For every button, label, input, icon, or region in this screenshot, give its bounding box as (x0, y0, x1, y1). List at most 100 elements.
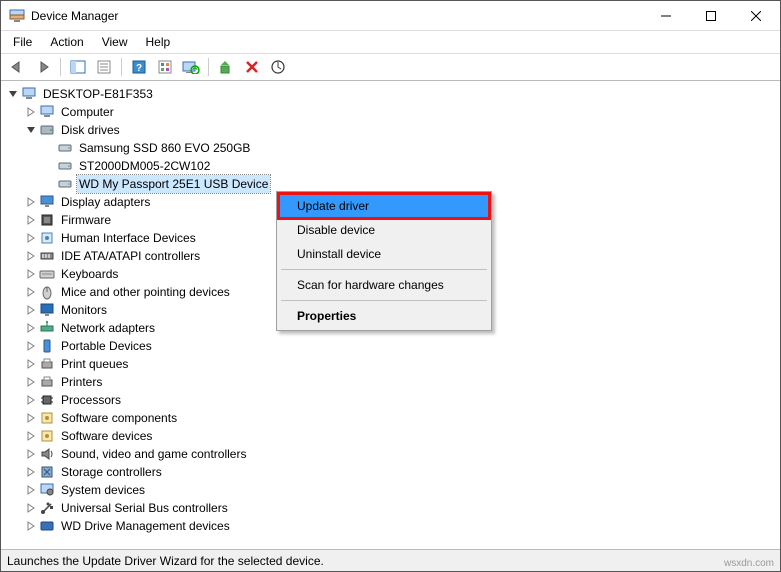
tree-node-label: WD Drive Management devices (59, 517, 232, 535)
expand-icon[interactable] (23, 248, 39, 264)
expand-icon[interactable] (23, 104, 39, 120)
ide-icon (39, 248, 55, 264)
software-icon (39, 410, 55, 426)
expand-icon[interactable] (23, 338, 39, 354)
context-menu-item[interactable]: Scan for hardware changes (279, 273, 489, 297)
scan-button[interactable] (179, 56, 203, 78)
disk-small-icon (57, 176, 73, 192)
tree-node-label: Monitors (59, 301, 109, 319)
expand-icon[interactable] (23, 320, 39, 336)
tree-device[interactable]: ST2000DM005-2CW102 (5, 157, 780, 175)
tree-category[interactable]: Portable Devices (5, 337, 780, 355)
properties-button[interactable] (92, 56, 116, 78)
expand-icon[interactable] (23, 410, 39, 426)
menu-view[interactable]: View (94, 33, 136, 51)
toolbar-separator (60, 58, 61, 76)
expand-icon[interactable] (23, 212, 39, 228)
expand-icon[interactable] (23, 392, 39, 408)
tree-node-label: Sound, video and game controllers (59, 445, 248, 463)
portable-icon (39, 338, 55, 354)
tree-category[interactable]: Software components (5, 409, 780, 427)
options-button[interactable] (153, 56, 177, 78)
uninstall-button[interactable] (240, 56, 264, 78)
tree-node-label: Human Interface Devices (59, 229, 198, 247)
display-icon (39, 194, 55, 210)
forward-button[interactable] (31, 56, 55, 78)
printer-icon (39, 356, 55, 372)
show-hide-tree-button[interactable] (66, 56, 90, 78)
tree-category[interactable]: Disk drives (5, 121, 780, 139)
expand-icon[interactable] (23, 194, 39, 210)
tree-node-label: Firmware (59, 211, 113, 229)
expand-icon[interactable] (23, 230, 39, 246)
storage-icon (39, 464, 55, 480)
usb-icon (39, 500, 55, 516)
collapse-icon[interactable] (23, 122, 39, 138)
tree-node-label: System devices (59, 481, 147, 499)
tree-node-label: Keyboards (59, 265, 120, 283)
scan-hardware-button[interactable] (266, 56, 290, 78)
tree-node-label: Software devices (59, 427, 154, 445)
back-button[interactable] (5, 56, 29, 78)
statusbar-text: Launches the Update Driver Wizard for th… (7, 554, 324, 568)
window-title: Device Manager (31, 9, 643, 23)
tree-device[interactable]: Samsung SSD 860 EVO 250GB (5, 139, 780, 157)
help-button[interactable]: ? (127, 56, 151, 78)
expand-icon[interactable] (23, 464, 39, 480)
tree-category[interactable]: WD Drive Management devices (5, 517, 780, 535)
tree-category[interactable]: Print queues (5, 355, 780, 373)
maximize-button[interactable] (688, 1, 733, 30)
tree-category[interactable]: Processors (5, 391, 780, 409)
expand-icon[interactable] (23, 500, 39, 516)
expand-icon[interactable] (23, 374, 39, 390)
expand-icon[interactable] (23, 302, 39, 318)
tree-node-label: Samsung SSD 860 EVO 250GB (77, 139, 252, 157)
update-driver-button[interactable] (214, 56, 238, 78)
statusbar: Launches the Update Driver Wizard for th… (1, 549, 780, 571)
context-menu-separator (281, 269, 487, 270)
tree-node-label: Disk drives (59, 121, 122, 139)
menu-file[interactable]: File (5, 33, 40, 51)
close-button[interactable] (733, 1, 778, 30)
context-menu-item[interactable]: Disable device (279, 218, 489, 242)
expand-icon[interactable] (23, 356, 39, 372)
monitor-icon (39, 302, 55, 318)
context-menu: Update driverDisable deviceUninstall dev… (276, 191, 492, 331)
network-icon (39, 320, 55, 336)
tree-category[interactable]: System devices (5, 481, 780, 499)
tree-node-label: Network adapters (59, 319, 157, 337)
tree-category[interactable]: Software devices (5, 427, 780, 445)
svg-text:?: ? (136, 63, 142, 74)
expand-icon[interactable] (23, 266, 39, 282)
tree-category[interactable]: Sound, video and game controllers (5, 445, 780, 463)
expand-icon[interactable] (23, 482, 39, 498)
expand-icon[interactable] (23, 518, 39, 534)
mouse-icon (39, 284, 55, 300)
context-menu-item[interactable]: Update driver (279, 194, 489, 218)
toolbar-separator (208, 58, 209, 76)
tree-category[interactable]: Storage controllers (5, 463, 780, 481)
tree-node-label: Software components (59, 409, 179, 427)
chip-icon (39, 212, 55, 228)
titlebar: Device Manager (1, 1, 780, 31)
expand-icon[interactable] (23, 428, 39, 444)
menu-help[interactable]: Help (138, 33, 179, 51)
context-menu-item[interactable]: Uninstall device (279, 242, 489, 266)
tree-root[interactable]: DESKTOP-E81F353 (5, 85, 780, 103)
cpu-icon (39, 392, 55, 408)
expand-icon[interactable] (23, 284, 39, 300)
printer-icon (39, 374, 55, 390)
collapse-icon[interactable] (5, 86, 21, 102)
watermark: wsxdn.com (724, 558, 774, 569)
tree-node-label: WD My Passport 25E1 USB Device (77, 175, 270, 193)
minimize-button[interactable] (643, 1, 688, 30)
context-menu-separator (281, 300, 487, 301)
system-icon (39, 482, 55, 498)
tree-category[interactable]: Universal Serial Bus controllers (5, 499, 780, 517)
menu-action[interactable]: Action (42, 33, 91, 51)
context-menu-item[interactable]: Properties (279, 304, 489, 328)
tree-node-label: Printers (59, 373, 104, 391)
expand-icon[interactable] (23, 446, 39, 462)
tree-category[interactable]: Computer (5, 103, 780, 121)
tree-category[interactable]: Printers (5, 373, 780, 391)
